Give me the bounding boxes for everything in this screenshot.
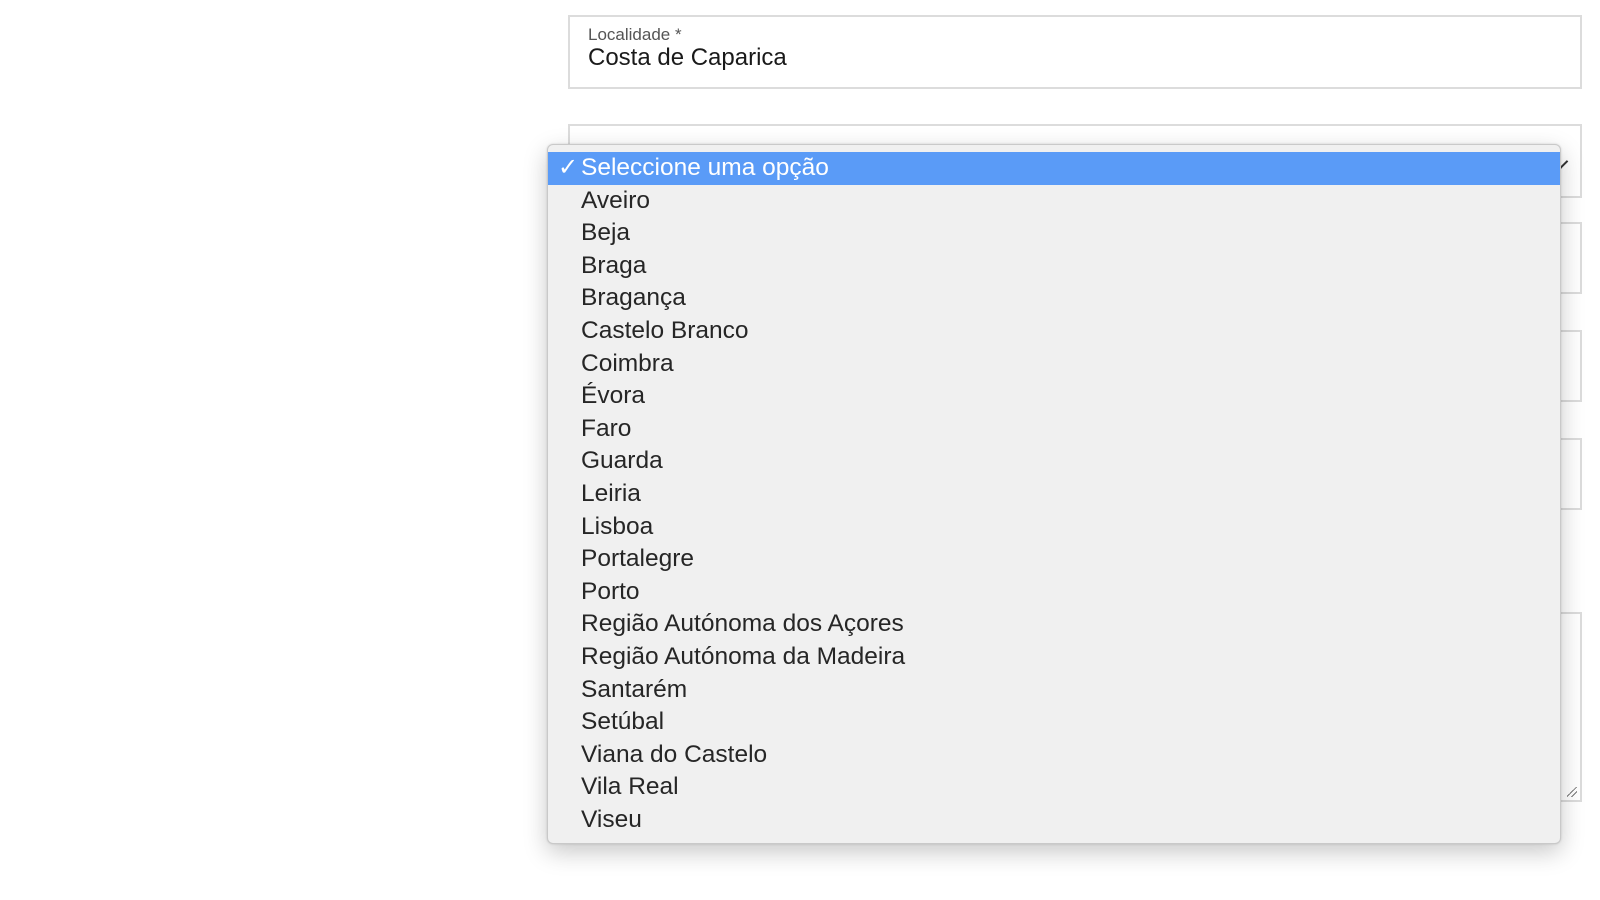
option-label: Lisboa	[581, 512, 654, 540]
dropdown-option[interactable]: Guarda	[548, 445, 1560, 478]
dropdown-option[interactable]: Região Autónoma da Madeira	[548, 641, 1560, 674]
checkmark-icon: ✓	[558, 154, 579, 181]
option-label: Vila Real	[581, 773, 679, 801]
dropdown-option[interactable]: Évora	[548, 380, 1560, 413]
option-label: Viseu	[581, 805, 642, 833]
dropdown-option[interactable]: Setúbal	[548, 706, 1560, 739]
option-label: Região Autónoma da Madeira	[581, 642, 906, 670]
dropdown-option[interactable]: Bragança	[548, 282, 1560, 315]
dropdown-option[interactable]: Portalegre	[548, 543, 1560, 576]
option-label: Guarda	[581, 447, 663, 475]
localidade-label: Localidade *	[588, 25, 682, 44]
localidade-field[interactable]: Localidade * Costa de Caparica	[568, 15, 1582, 89]
option-label: Portalegre	[581, 545, 695, 573]
option-label: Aveiro	[581, 186, 651, 214]
resize-handle-icon[interactable]	[1567, 787, 1577, 797]
dropdown-option[interactable]: Viana do Castelo	[548, 739, 1560, 772]
dropdown-option[interactable]: Santarém	[548, 674, 1560, 707]
dropdown-option[interactable]: Braga	[548, 250, 1560, 283]
option-label: Castelo Branco	[581, 316, 749, 344]
option-label: Região Autónoma dos Açores	[581, 610, 904, 638]
option-label: Faro	[581, 414, 632, 442]
option-label: Coimbra	[581, 349, 674, 377]
option-label: Setúbal	[581, 708, 665, 736]
form-page: Localidade * Costa de Caparica ✓ Selecci…	[0, 0, 1600, 900]
dropdown-option[interactable]: Coimbra	[548, 348, 1560, 381]
dropdown-option[interactable]: Leiria	[548, 478, 1560, 511]
distrito-dropdown-list: ✓ Seleccione uma opção Aveiro Beja Braga…	[547, 144, 1561, 844]
dropdown-option-placeholder[interactable]: ✓ Seleccione uma opção	[548, 152, 1560, 185]
option-label: Leiria	[581, 479, 641, 507]
dropdown-option[interactable]: Beja	[548, 217, 1560, 250]
dropdown-option[interactable]: Viseu	[548, 804, 1560, 837]
option-label: Viana do Castelo	[581, 740, 768, 768]
dropdown-option[interactable]: Aveiro	[548, 185, 1560, 218]
option-label: Bragança	[581, 284, 686, 312]
option-label: Santarém	[581, 675, 688, 703]
option-label: Braga	[581, 251, 647, 279]
localidade-input[interactable]: Costa de Caparica	[588, 44, 787, 72]
option-label: Seleccione uma opção	[581, 154, 829, 181]
dropdown-option[interactable]: Região Autónoma dos Açores	[548, 608, 1560, 641]
option-label: Beja	[581, 219, 631, 247]
option-label: Porto	[581, 577, 640, 605]
dropdown-option[interactable]: Lisboa	[548, 511, 1560, 544]
dropdown-option[interactable]: Porto	[548, 576, 1560, 609]
dropdown-option[interactable]: Vila Real	[548, 771, 1560, 804]
dropdown-option[interactable]: Castelo Branco	[548, 315, 1560, 348]
option-label: Évora	[581, 382, 646, 410]
dropdown-option[interactable]: Faro	[548, 413, 1560, 446]
